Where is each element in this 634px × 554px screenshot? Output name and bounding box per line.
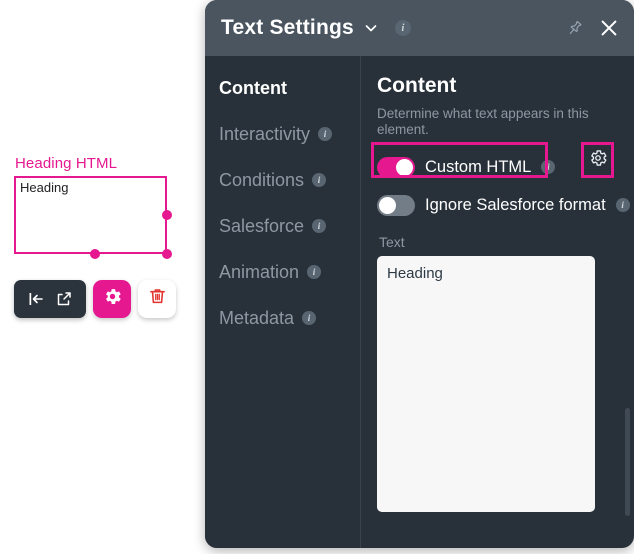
text-input[interactable] [377, 256, 595, 512]
ignore-salesforce-format-toggle[interactable] [377, 194, 415, 216]
sidebar-item-label: Conditions [219, 169, 305, 190]
toggle-knob [396, 158, 413, 176]
element-toolbar [14, 280, 176, 318]
app-root: Heading HTML Heading Text Settings i Con… [0, 0, 634, 554]
sidebar-item-label: Salesforce [219, 215, 305, 236]
panel-scrollbar-thumb[interactable] [625, 408, 630, 516]
design-canvas: Heading HTML Heading [0, 0, 205, 554]
external-link-icon[interactable] [51, 286, 77, 312]
resize-handle-bottom[interactable] [90, 249, 100, 259]
content-heading: Content [377, 74, 457, 97]
trash-icon [147, 286, 168, 312]
sidebar-item-label: Content [219, 77, 287, 98]
gear-icon [102, 286, 123, 312]
info-icon[interactable]: i [307, 265, 322, 279]
info-icon[interactable]: i [302, 311, 317, 325]
panel-body: Content Interactivity i Conditions i Sal… [205, 56, 634, 548]
sidebar-item-animation[interactable]: Animation i [219, 260, 360, 284]
toggle-knob [379, 196, 396, 214]
pin-icon[interactable] [565, 19, 584, 38]
panel-title-info-icon[interactable]: i [394, 20, 411, 36]
resize-handle-right[interactable] [162, 210, 172, 220]
sidebar-item-label: Metadata [219, 307, 295, 328]
gear-icon [588, 148, 608, 173]
custom-html-label: Custom HTML [425, 157, 532, 176]
selected-element-box[interactable]: Heading [14, 176, 167, 254]
panel-header-actions [565, 0, 620, 56]
resize-handle-corner[interactable] [162, 249, 172, 259]
sidebar-item-label: Animation [219, 261, 300, 282]
close-icon[interactable] [598, 17, 620, 39]
align-left-icon[interactable] [23, 286, 49, 312]
info-icon[interactable]: i [312, 173, 327, 187]
selection-label: Heading HTML [15, 155, 118, 172]
sidebar-item-content[interactable]: Content [219, 76, 360, 100]
info-icon[interactable]: i [318, 127, 333, 141]
element-delete-button[interactable] [138, 280, 176, 318]
content-description: Determine what text appears in this elem… [377, 106, 589, 137]
selected-element-text: Heading [20, 180, 69, 195]
panel-sidebar: Content Interactivity i Conditions i Sal… [205, 56, 361, 548]
info-icon[interactable]: i [312, 219, 327, 233]
text-settings-panel: Text Settings i Content Interactivity i … [205, 0, 634, 548]
element-toolbar-group [14, 280, 86, 318]
custom-html-toggle[interactable] [377, 156, 415, 178]
panel-header: Text Settings i [205, 0, 634, 56]
chevron-down-icon[interactable] [363, 20, 379, 36]
html-settings-gear-button[interactable] [586, 147, 609, 173]
sidebar-item-metadata[interactable]: Metadata i [219, 306, 360, 330]
sidebar-item-interactivity[interactable]: Interactivity i [219, 122, 360, 146]
text-field-label: Text [379, 234, 405, 250]
sidebar-item-conditions[interactable]: Conditions i [219, 168, 360, 192]
element-settings-button[interactable] [93, 280, 131, 318]
sidebar-item-salesforce[interactable]: Salesforce i [219, 214, 360, 238]
option-ignore-salesforce-format: Ignore Salesforce format i [377, 190, 630, 220]
panel-title: Text Settings [221, 16, 354, 39]
ignore-salesforce-format-label: Ignore Salesforce format [425, 195, 606, 214]
sidebar-item-label: Interactivity [219, 123, 311, 144]
info-icon[interactable]: i [541, 160, 556, 174]
panel-content: Content Determine what text appears in t… [361, 56, 634, 548]
